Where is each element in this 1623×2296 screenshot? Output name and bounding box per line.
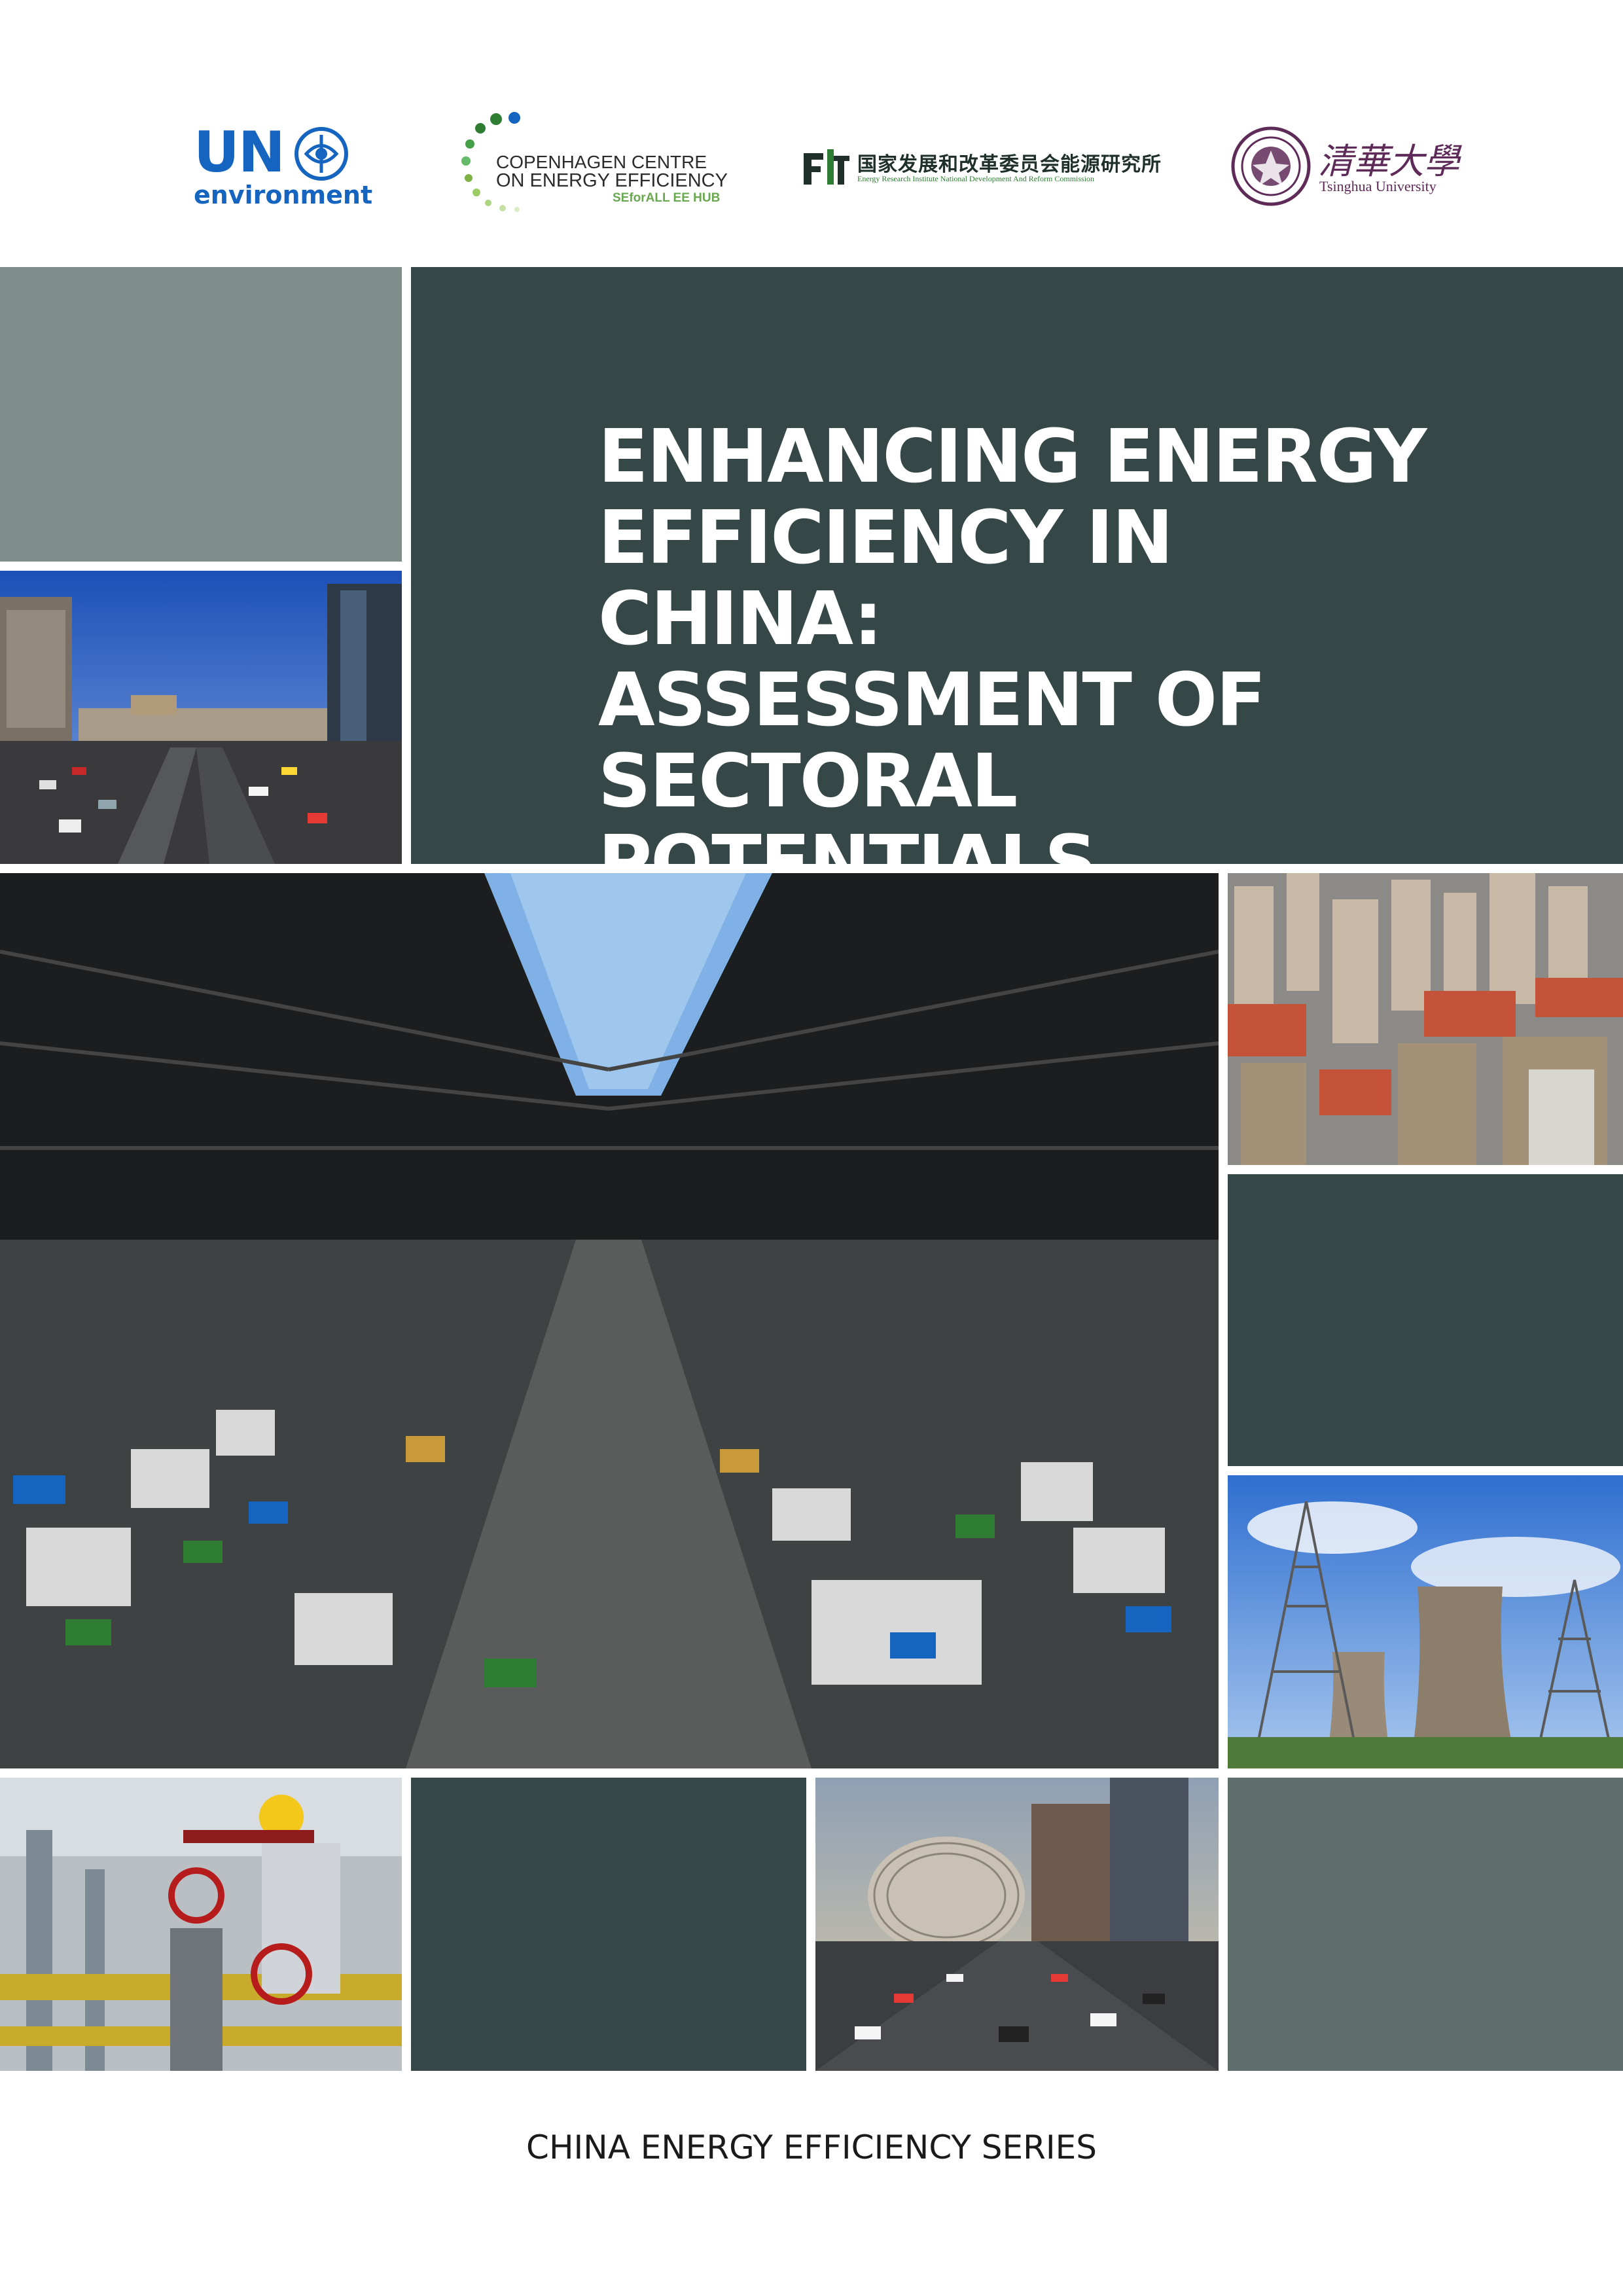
copenhagen-line3: SEforALL EE HUB — [613, 191, 721, 205]
city-street-image — [0, 571, 402, 864]
page-title: ENHANCING ENERGY EFFICIENCY IN CHINA: AS… — [598, 416, 1449, 903]
eri-english-name: Energy Research Institute National Devel… — [857, 174, 1095, 183]
eri-mark-icon — [804, 149, 849, 185]
cooling-towers-image — [1228, 1475, 1623, 1768]
title-line-3: ASSESSMENT OF — [598, 658, 1266, 743]
tsinghua-english-name: Tsinghua University — [1319, 178, 1436, 194]
slate-block-bottom-center-left — [411, 1778, 806, 2071]
gray-block-bottom-right — [1228, 1778, 1623, 2071]
highway-image — [815, 1778, 1219, 2071]
un-logo-subtext: environment — [194, 181, 373, 209]
un-logo-text: UN — [194, 120, 285, 185]
factory-image — [0, 873, 1219, 1768]
un-emblem-icon — [294, 127, 348, 181]
apartments-image — [1228, 873, 1623, 1165]
slate-block-right-middle — [1228, 1174, 1623, 1466]
tsinghua-seal-icon — [1231, 126, 1311, 206]
photo-city-street — [0, 571, 402, 864]
worker-valves-image — [0, 1778, 402, 2071]
title-line-2: EFFICIENCY IN CHINA: — [598, 495, 1173, 662]
series-name: CHINA ENERGY EFFICIENCY SERIES — [526, 2128, 1097, 2166]
copenhagen-centre-logo: COPENHAGEN CENTRE ON ENERGY EFFICIENCY S… — [458, 110, 728, 221]
photo-worker-valves — [0, 1778, 402, 2071]
copenhagen-line2: ON ENERGY EFFICIENCY — [496, 170, 728, 191]
gray-block-top-left — [0, 267, 402, 562]
title-line-1: ENHANCING ENERGY — [598, 414, 1427, 499]
tsinghua-chinese-name: 清華大學 — [1318, 141, 1459, 182]
photo-highway-traffic — [815, 1778, 1219, 2071]
eri-chinese-name: 国家发展和改革委员会能源研究所 — [857, 153, 1162, 176]
tsinghua-logo: 清華大學 Tsinghua University — [1230, 126, 1459, 211]
photo-cooling-towers — [1228, 1475, 1623, 1768]
un-environment-logo: UN environment — [194, 120, 372, 209]
photo-apartment-buildings — [1228, 873, 1623, 1165]
photo-factory-floor — [0, 873, 1219, 1768]
eri-ndrc-logo: 国家发展和改革委员会能源研究所 Energy Research Institut… — [804, 145, 1161, 191]
